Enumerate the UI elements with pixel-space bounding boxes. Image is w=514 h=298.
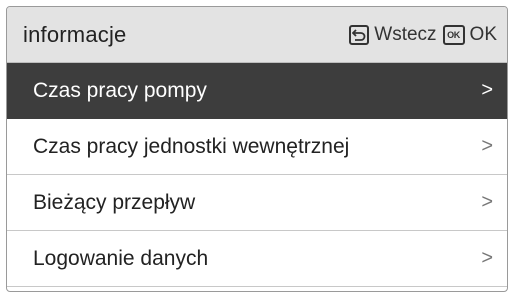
ok-key-icon: OK bbox=[442, 24, 465, 45]
menu-item-indoor-unit-runtime[interactable]: Czas pracy jednostki wewnętrznej > bbox=[7, 119, 507, 175]
menu-list: Czas pracy pompy > Czas pracy jednostki … bbox=[7, 63, 507, 287]
chevron-right-icon: > bbox=[481, 79, 493, 101]
menu-item-pump-runtime[interactable]: Czas pracy pompy > bbox=[7, 63, 507, 119]
chevron-right-icon: > bbox=[481, 247, 493, 269]
ok-hint[interactable]: OK OK bbox=[442, 23, 497, 46]
controller-screen: informacje Wstecz OK OK Czas pracy pompy… bbox=[6, 6, 508, 292]
menu-item-label: Czas pracy jednostki wewnętrznej bbox=[33, 134, 350, 158]
back-hint[interactable]: Wstecz bbox=[349, 23, 437, 46]
menu-item-label: Logowanie danych bbox=[33, 246, 209, 270]
chevron-right-icon: > bbox=[481, 191, 493, 213]
back-arrow-icon bbox=[349, 24, 370, 45]
menu-item-label: Czas pracy pompy bbox=[33, 78, 207, 102]
menu-item-label: Bieżący przepływ bbox=[33, 190, 196, 214]
header-bar: informacje Wstecz OK OK bbox=[7, 7, 507, 63]
menu-item-current-flow[interactable]: Bieżący przepływ > bbox=[7, 175, 507, 231]
menu-item-data-logging[interactable]: Logowanie danych > bbox=[7, 231, 507, 287]
key-hints: Wstecz OK OK bbox=[349, 24, 497, 46]
ok-label: OK bbox=[469, 23, 497, 45]
back-label: Wstecz bbox=[374, 23, 437, 45]
chevron-right-icon: > bbox=[481, 135, 493, 157]
page-title: informacje bbox=[23, 21, 127, 47]
